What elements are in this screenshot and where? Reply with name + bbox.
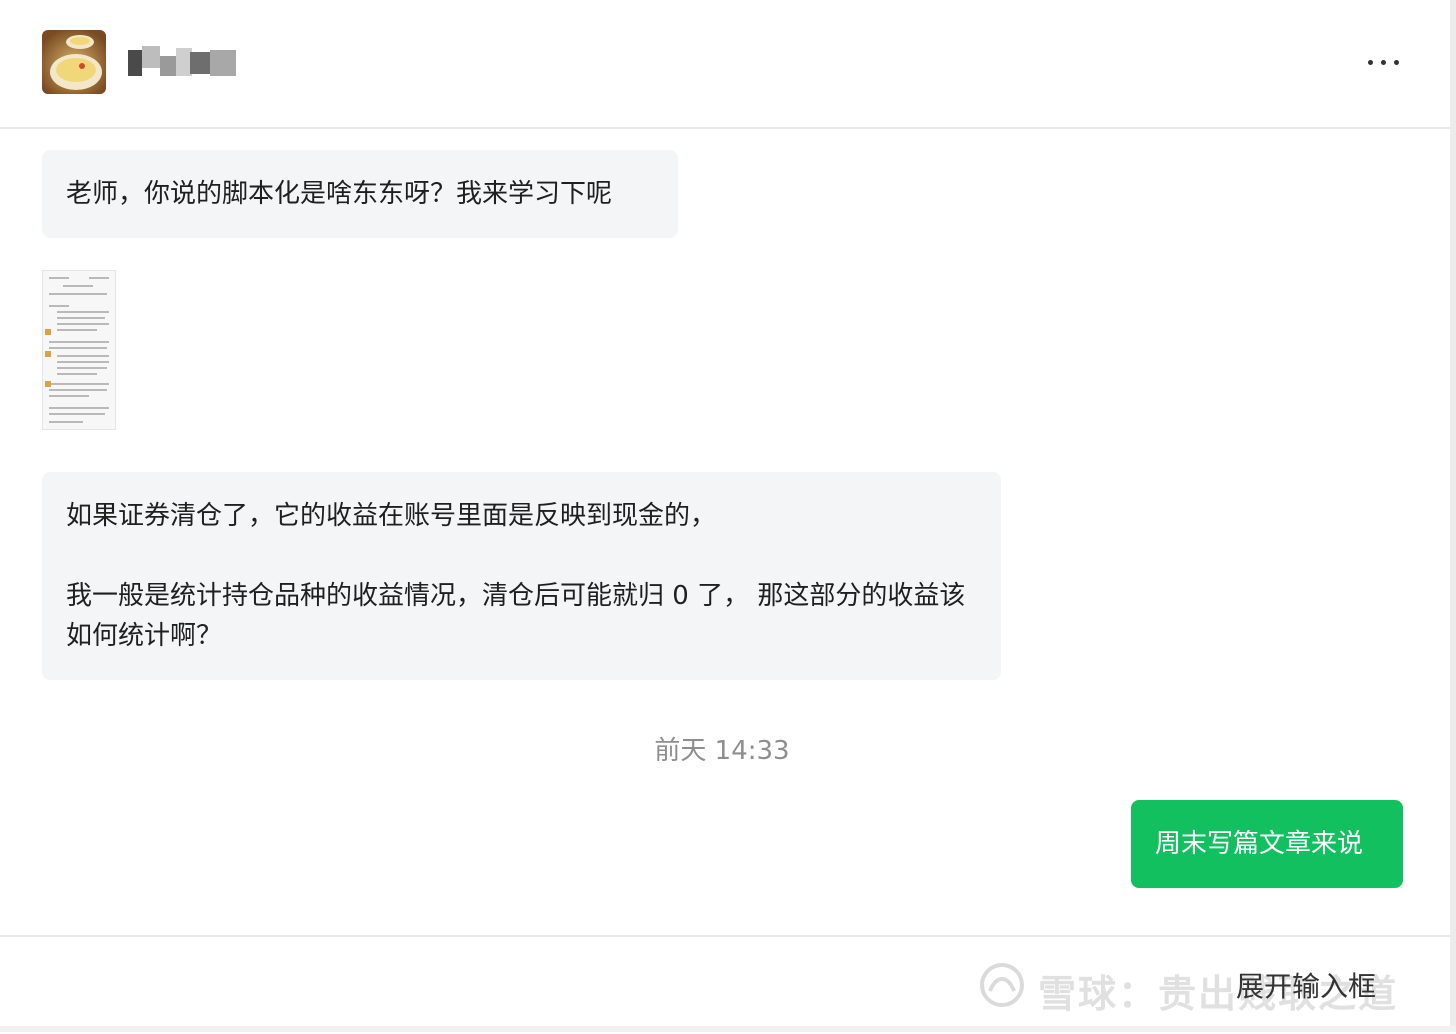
more-options-button[interactable] [1364,54,1404,74]
message-text: 我一般是统计持仓品种的收益情况，清仓后可能就归 0 了， 那这部分的收益该如何统… [66,581,966,651]
message-text: 老师，你说的脚本化是啥东东呀？我来学习下呢 [66,179,613,209]
avatar[interactable] [42,30,106,94]
message-timestamp: 前天 14:33 [654,736,790,766]
expand-input-button[interactable]: 展开输入框 [1236,965,1376,1005]
contact-name-redacted [128,46,236,78]
message-text: 如果证券清仓了，它的收益在账号里面是反映到现金的， [66,501,717,531]
message-bubble[interactable]: 如果证券清仓了，它的收益在账号里面是反映到现金的， 我一般是统计持仓品种的收益情… [42,472,1001,680]
window-bottom-edge [0,1026,1456,1032]
input-bar: 雪球：贵出贱取之道 展开输入框 [0,935,1450,1034]
more-horizontal-icon [1368,60,1373,65]
message-text: 周末写篇文章来说 [1155,829,1364,859]
message-bubble[interactable]: 老师，你说的脚本化是啥东东呀？我来学习下呢 [42,150,678,238]
chat-header [0,0,1450,129]
xueqiu-logo-icon [980,963,1024,1007]
image-message-thumbnail[interactable] [42,270,116,430]
scrollbar-track[interactable] [1450,0,1456,1032]
my-message-bubble[interactable]: 周末写篇文章来说 [1131,800,1403,888]
